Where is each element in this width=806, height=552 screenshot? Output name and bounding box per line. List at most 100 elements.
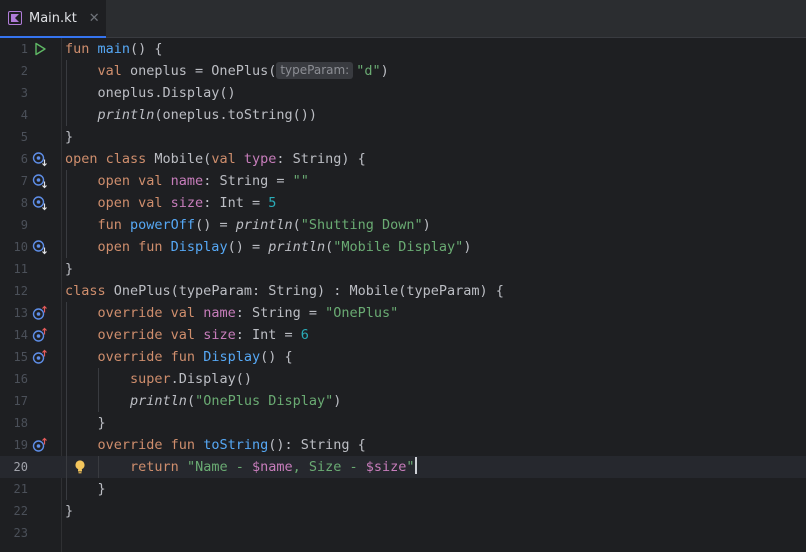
code-text: } <box>65 500 73 522</box>
code-text: open fun Display() = println("Mobile Dis… <box>65 236 472 258</box>
code-token: name <box>170 173 204 189</box>
code-line[interactable]: 3 oneplus.Display() <box>0 82 806 104</box>
code-text: println(oneplus.toString()) <box>65 104 317 126</box>
close-icon[interactable]: ✕ <box>89 11 100 26</box>
code-token: "Shutting Down" <box>300 217 423 233</box>
code-line[interactable]: 16 super.Display() <box>0 368 806 390</box>
code-token: override fun <box>97 437 204 453</box>
overrides-icon[interactable] <box>32 305 48 321</box>
code-token: ( <box>292 217 301 233</box>
line-number[interactable]: 13 <box>0 302 28 324</box>
line-number[interactable]: 1 <box>0 38 28 60</box>
line-number[interactable]: 23 <box>0 522 28 544</box>
code-token: " <box>406 459 415 475</box>
code-token: size <box>170 195 204 211</box>
code-token: : Int = <box>203 195 269 211</box>
line-number[interactable]: 19 <box>0 434 28 456</box>
code-line[interactable]: 14 override val size: Int = 6 <box>0 324 806 346</box>
line-number[interactable]: 15 <box>0 346 28 368</box>
code-text: return "Name - $name, Size - $size" <box>65 456 417 478</box>
code-line[interactable]: 13 override val name: String = "OnePlus" <box>0 302 806 324</box>
code-editor[interactable]: 1 fun main() {2 val oneplus = OnePlus(typ… <box>0 38 806 552</box>
line-number[interactable]: 21 <box>0 478 28 500</box>
code-line[interactable]: 23 <box>0 522 806 544</box>
code-token: println <box>268 239 326 255</box>
line-number[interactable]: 7 <box>0 170 28 192</box>
editor-tab-bar: Main.kt ✕ <box>0 0 806 38</box>
code-line[interactable]: 12 class OnePlus(typeParam: String) : Mob… <box>0 280 806 302</box>
line-number[interactable]: 4 <box>0 104 28 126</box>
overrides-icon[interactable] <box>32 327 48 343</box>
code-text: fun powerOff() = println("Shutting Down"… <box>65 214 431 236</box>
code-line[interactable]: 15 override fun Display() { <box>0 346 806 368</box>
code-line[interactable]: 19 override fun toString(): String { <box>0 434 806 456</box>
code-line[interactable]: 9 fun powerOff() = println("Shutting Dow… <box>0 214 806 236</box>
code-line[interactable]: 5} <box>0 126 806 148</box>
code-line[interactable]: 21 } <box>0 478 806 500</box>
line-number[interactable]: 22 <box>0 500 28 522</box>
overrides-icon[interactable] <box>32 437 48 453</box>
line-number[interactable]: 9 <box>0 214 28 236</box>
code-token: () = <box>227 239 269 255</box>
code-line[interactable]: 2 val oneplus = OnePlus(typeParam: "d") <box>0 60 806 82</box>
code-line[interactable]: 20 return "Name - $name, Size - $size" <box>0 456 806 478</box>
overridden-by-icon[interactable] <box>32 195 48 211</box>
code-token: } <box>65 129 74 145</box>
line-number[interactable]: 14 <box>0 324 28 346</box>
indent-guide <box>98 368 99 412</box>
line-number[interactable]: 2 <box>0 60 28 82</box>
code-token: () { <box>130 41 163 57</box>
code-token: $size <box>365 459 407 475</box>
code-token: 5 <box>268 195 277 211</box>
code-token: ) <box>422 217 431 233</box>
code-token: (): String { <box>268 437 366 453</box>
line-number[interactable]: 16 <box>0 368 28 390</box>
code-token: class <box>65 283 114 299</box>
line-number[interactable]: 11 <box>0 258 28 280</box>
overridden-by-icon[interactable] <box>32 239 48 255</box>
line-number[interactable]: 12 <box>0 280 28 302</box>
code-line[interactable]: 18 } <box>0 412 806 434</box>
code-token: $name <box>251 459 293 475</box>
code-line[interactable]: 8 open val size: Int = 5 <box>0 192 806 214</box>
code-line[interactable]: 6 open class Mobile(val type: String) { <box>0 148 806 170</box>
code-text: } <box>65 126 73 148</box>
code-line[interactable]: 1 fun main() { <box>0 38 806 60</box>
code-line[interactable]: 11} <box>0 258 806 280</box>
code-line[interactable]: 7 open val name: String = "" <box>0 170 806 192</box>
code-token: "Mobile Display" <box>333 239 464 255</box>
line-number[interactable]: 8 <box>0 192 28 214</box>
line-number[interactable]: 17 <box>0 390 28 412</box>
overrides-icon[interactable] <box>32 349 48 365</box>
code-token: override val <box>97 327 204 343</box>
code-token: val <box>97 63 131 79</box>
code-line[interactable]: 22} <box>0 500 806 522</box>
line-number[interactable]: 6 <box>0 148 28 170</box>
line-number[interactable]: 3 <box>0 82 28 104</box>
overridden-by-icon[interactable] <box>32 173 48 189</box>
code-line[interactable]: 10 open fun Display() = println("Mobile … <box>0 236 806 258</box>
line-number[interactable]: 18 <box>0 412 28 434</box>
line-number[interactable]: 5 <box>0 126 28 148</box>
code-token: open class <box>65 151 155 167</box>
code-text: val oneplus = OnePlus(typeParam: "d") <box>65 60 389 82</box>
line-number[interactable]: 20 <box>0 456 28 478</box>
code-token: ) <box>380 63 389 79</box>
overridden-by-icon[interactable] <box>32 151 48 167</box>
code-token: 6 <box>300 327 309 343</box>
code-token: ( <box>186 393 196 409</box>
code-token: (oneplus.toString()) <box>154 107 317 123</box>
run-gutter-icon[interactable] <box>32 41 48 57</box>
code-token: () = <box>195 217 236 233</box>
code-token: override fun <box>97 349 204 365</box>
code-line[interactable]: 17 println("OnePlus Display") <box>0 390 806 412</box>
tab-main-kt[interactable]: Main.kt ✕ <box>0 0 106 38</box>
code-line[interactable]: 4 println(oneplus.toString()) <box>0 104 806 126</box>
indent-guide <box>66 60 67 126</box>
code-token: () { <box>260 349 293 365</box>
line-number[interactable]: 10 <box>0 236 28 258</box>
